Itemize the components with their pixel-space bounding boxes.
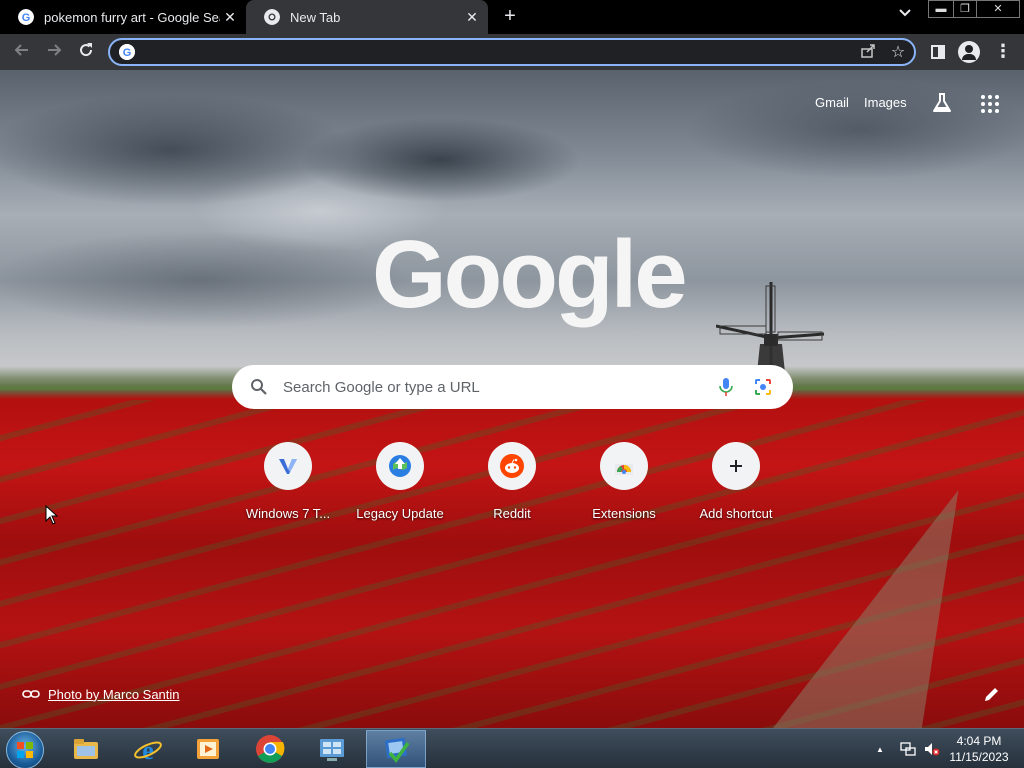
mouse-cursor-icon [45,505,59,525]
control-panel-icon [320,739,344,761]
shortcut-windows7-tweaks[interactable]: Windows 7 T... [232,442,344,532]
customize-pencil-icon[interactable] [982,686,1000,704]
tab-new-tab[interactable]: New Tab ✕ [246,0,488,34]
windows-taskbar: e ▲ 4:04 PM 11/15/2023 [0,728,1024,768]
settings-check-icon [384,737,410,763]
chrome-favicon-icon [264,9,280,25]
microphone-icon[interactable] [718,377,734,397]
google-g-icon: G [119,44,135,60]
shortcut-tile [600,442,648,490]
window-restore-button[interactable]: ❐ [953,0,977,18]
taskbar-media-player[interactable] [178,730,238,768]
address-bar[interactable]: G ☆ [108,38,916,66]
shortcut-label: Legacy Update [356,506,444,521]
shortcut-reddit[interactable]: Reddit [456,442,568,532]
window-minimize-button[interactable]: ▬ [928,0,954,18]
search-placeholder: Search Google or type a URL [283,379,480,396]
volume-muted-icon[interactable] [924,741,940,757]
photo-credit-text: Photo by Marco Santin [48,686,180,702]
chrome-web-store-icon [615,464,633,475]
clock-time: 4:04 PM [956,734,1002,748]
shortcut-extensions[interactable]: Extensions [568,442,680,532]
gmail-link[interactable]: Gmail [815,95,849,110]
shortcut-tile [712,442,760,490]
ntp-search-box[interactable]: Search Google or type a URL [232,365,793,409]
browser-toolbar: G ☆ ⋮ [0,34,1024,70]
kebab-menu-icon[interactable]: ⋮ [994,41,1012,63]
new-tab-button[interactable]: + [498,5,522,29]
close-tab-icon[interactable]: ✕ [462,9,482,26]
google-logo: Google [372,221,688,328]
start-button[interactable] [6,731,44,768]
google-apps-grid-icon[interactable] [981,95,999,113]
media-player-icon [197,739,219,759]
tab-title: New Tab [290,9,341,25]
labs-flask-icon[interactable] [931,92,953,114]
legacy-update-icon [389,455,411,477]
tray-overflow-arrow-icon[interactable]: ▲ [876,745,886,754]
close-tab-icon[interactable]: ✕ [220,9,240,26]
shortcut-tile [488,442,536,490]
tab-strip: G pokemon furry art - Google Sear ✕ New … [0,0,1024,34]
ntp-header: Gmail Images [0,70,1024,130]
clock-date: 11/15/2023 [949,750,1009,764]
shortcut-legacy-update[interactable]: Legacy Update [344,442,456,532]
bookmark-star-icon[interactable]: ☆ [888,42,908,62]
google-favicon-icon: G [18,9,34,25]
side-panel-icon [931,45,945,59]
images-link[interactable]: Images [864,95,907,110]
reddit-icon [500,454,524,478]
internet-explorer-icon: e [134,736,162,764]
svg-text:G: G [22,12,31,24]
tab-search-chevron-icon[interactable] [894,7,916,27]
tab-title: pokemon furry art - Google Sear [44,9,220,25]
profile-avatar-icon[interactable] [958,41,980,63]
new-tab-page: Gmail Images Google Search Google or typ… [0,70,1024,728]
taskbar-control-panel[interactable] [302,730,362,768]
shortcut-label: Extensions [592,506,656,521]
folder-icon [74,739,98,759]
system-clock[interactable]: 4:04 PM 11/15/2023 [944,733,1014,765]
google-lens-camera-icon[interactable] [753,377,773,397]
shortcut-add[interactable]: Add shortcut [680,442,792,532]
photo-credit-link[interactable]: Photo by Marco Santin [22,684,180,704]
link-icon [22,690,40,698]
forward-button[interactable] [42,41,66,63]
svg-text:G: G [123,47,132,59]
taskbar-file-explorer[interactable] [56,730,116,768]
search-icon [251,379,267,395]
taskbar-active-app[interactable] [366,730,426,768]
taskbar-google-chrome[interactable] [240,730,300,768]
windows7-tweaks-icon [279,459,297,474]
window-close-button[interactable]: ✕ [976,0,1020,18]
shortcut-label: Add shortcut [699,506,773,521]
share-icon[interactable] [858,43,878,63]
tab-google-search[interactable]: G pokemon furry art - Google Sear ✕ [0,0,246,34]
taskbar-internet-explorer[interactable]: e [118,730,178,768]
chrome-icon [256,735,285,763]
network-icon[interactable] [900,741,916,757]
reload-button[interactable] [74,41,98,63]
shortcut-label: Windows 7 T... [245,506,331,521]
shortcut-tile [264,442,312,490]
back-button[interactable] [10,41,34,63]
shortcut-tile [376,442,424,490]
address-input[interactable] [142,42,842,62]
plus-icon [730,460,742,472]
arrow-left-icon [14,44,28,56]
side-panel-button[interactable] [928,42,948,62]
windows-logo-icon [17,742,33,758]
svg-text:e: e [142,736,154,764]
reload-icon [80,43,93,57]
arrow-right-icon [48,44,62,56]
shortcut-label: Reddit [493,506,531,521]
